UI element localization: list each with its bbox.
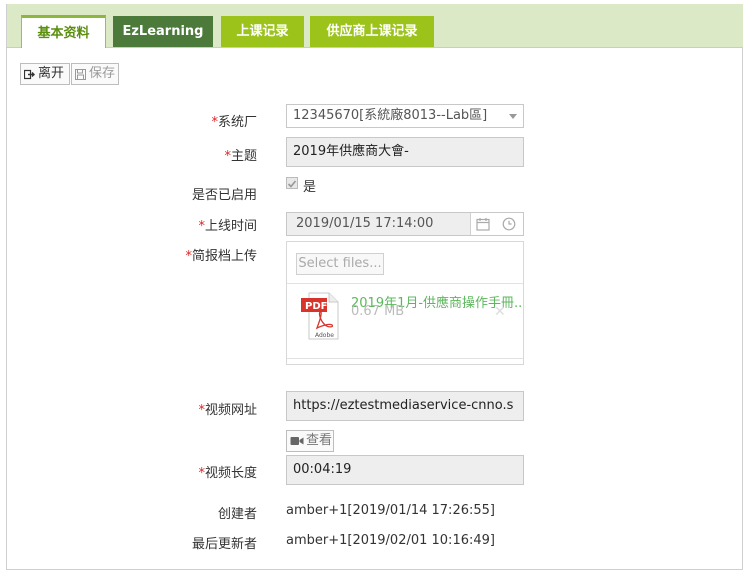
divider bbox=[287, 358, 523, 359]
leave-label: 离开 bbox=[38, 66, 65, 81]
view-label: 查看 bbox=[306, 433, 333, 448]
save-label: 保存 bbox=[89, 66, 116, 81]
video-url-label: *视频网址 bbox=[198, 403, 257, 418]
brief-upload-label: *简报档上传 bbox=[185, 249, 257, 264]
subject-input[interactable]: 2019年供應商大會- bbox=[286, 137, 524, 167]
view-video-button[interactable]: 查看 bbox=[286, 430, 334, 452]
uploaded-file-size: 0.67 MB bbox=[351, 304, 405, 319]
system-factory-select[interactable]: 12345670[系統廠8013--Lab區] bbox=[286, 104, 524, 128]
subject-label: *主题 bbox=[224, 149, 257, 164]
tab-ezlearning[interactable]: EzLearning bbox=[113, 16, 213, 47]
enabled-option-label: 是 bbox=[303, 180, 317, 195]
tab-basic-info[interactable]: 基本资料 bbox=[21, 15, 106, 48]
enabled-checkbox[interactable] bbox=[286, 177, 298, 189]
system-factory-value: 12345670[系統廠8013--Lab區] bbox=[293, 108, 488, 123]
calendar-icon[interactable] bbox=[476, 217, 490, 231]
tab-class-records[interactable]: 上课记录 bbox=[221, 16, 304, 47]
last-updater-value: amber+1[2019/02/01 10:16:49] bbox=[286, 533, 495, 548]
online-time-label: *上线时间 bbox=[198, 219, 257, 234]
last-updater-label: 最后更新者 bbox=[191, 537, 257, 552]
enabled-label: 是否已启用 bbox=[191, 188, 257, 203]
video-camera-icon bbox=[290, 436, 304, 446]
save-icon bbox=[75, 68, 86, 80]
video-length-input[interactable]: 00:04:19 bbox=[286, 455, 524, 485]
tab-supplier-class-records[interactable]: 供应商上课记录 bbox=[310, 16, 434, 47]
save-button[interactable]: 保存 bbox=[71, 63, 119, 85]
svg-text:Adobe: Adobe bbox=[315, 332, 334, 339]
brief-upload-area: Select files... PDF Adobe 2019年1月-供應商操作手… bbox=[286, 241, 524, 365]
remove-file-icon[interactable]: ✕ bbox=[494, 304, 506, 320]
creator-value: amber+1[2019/01/14 17:26:55] bbox=[286, 503, 495, 518]
svg-text:PDF: PDF bbox=[305, 301, 327, 312]
creator-label: 创建者 bbox=[217, 507, 257, 522]
exit-icon bbox=[24, 69, 35, 80]
leave-button[interactable]: 离开 bbox=[20, 63, 70, 85]
online-time-input[interactable]: 2019/01/15 17:14:00 bbox=[287, 213, 471, 235]
online-time-picker[interactable]: 2019/01/15 17:14:00 bbox=[286, 212, 524, 236]
system-factory-label: *系统厂 bbox=[211, 115, 257, 130]
checkbox-icon bbox=[287, 180, 297, 188]
divider bbox=[287, 283, 523, 284]
form-frame: 基本资料 EzLearning 上课记录 供应商上课记录 离开 保存 *系统厂 … bbox=[6, 4, 743, 570]
select-files-button[interactable]: Select files... bbox=[296, 253, 384, 275]
chevron-down-icon bbox=[509, 114, 517, 119]
tab-bar: 基本资料 EzLearning 上课记录 供应商上课记录 bbox=[7, 4, 743, 48]
video-url-input[interactable]: https://eztestmediaservice-cnno.s bbox=[286, 391, 524, 421]
clock-icon[interactable] bbox=[502, 217, 516, 231]
video-length-label: *视频长度 bbox=[198, 466, 257, 481]
pdf-file-icon: PDF Adobe bbox=[301, 292, 339, 340]
